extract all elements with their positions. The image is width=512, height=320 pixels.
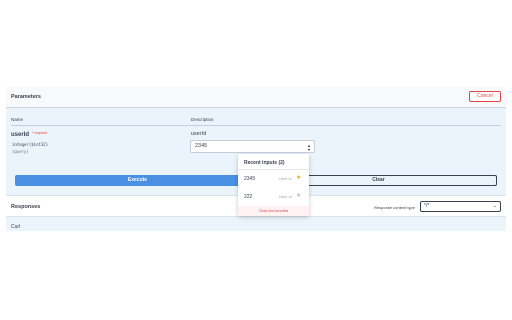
param-description: userId xyxy=(191,131,207,137)
recent-input-usage: Used 1x xyxy=(279,177,292,181)
column-header-name: Name xyxy=(11,117,24,122)
column-divider xyxy=(11,125,501,126)
curl-label: Curl xyxy=(11,224,21,230)
clear-non-favorites-button[interactable]: Clear non-favorites xyxy=(238,206,309,216)
execute-button[interactable]: Execute xyxy=(15,175,260,186)
param-name: userId xyxy=(11,132,30,138)
star-icon[interactable]: ★ xyxy=(296,175,301,181)
chevron-down-icon: ⌄ xyxy=(492,203,497,209)
up-down-arrows-icon[interactable]: ▲ ▼ xyxy=(307,144,311,152)
userid-input[interactable]: 2345 ▲ ▼ xyxy=(190,140,315,153)
param-location: (query) xyxy=(12,149,29,154)
cancel-button[interactable]: Cancel xyxy=(469,91,501,102)
recent-inputs-dropdown: Recent inputs (2) 2345 Used 1x ★ 222 Use… xyxy=(238,154,309,216)
response-content-type-value: */* xyxy=(424,203,430,209)
userid-input-value: 2345 xyxy=(195,143,208,149)
recent-inputs-title: Recent inputs (2) xyxy=(244,160,285,166)
recent-input-usage: Used 1x xyxy=(279,195,292,199)
recent-input-item[interactable]: 222 Used 1x ★ xyxy=(238,188,309,206)
recent-input-item[interactable]: 2345 Used 1x ★ xyxy=(238,170,309,188)
param-type: integer($int32) xyxy=(12,142,49,147)
param-required-marker: * required xyxy=(32,131,48,135)
responses-title: Responses xyxy=(11,204,41,210)
response-content-type-label: Response content type xyxy=(374,205,415,210)
star-icon[interactable]: ★ xyxy=(296,193,301,199)
parameters-title: Parameters xyxy=(11,94,41,100)
response-content-type-select[interactable]: */* ⌄ xyxy=(420,201,501,212)
parameters-header: Parameters Cancel xyxy=(6,87,506,108)
recent-input-value: 222 xyxy=(244,194,253,200)
recent-input-value: 2345 xyxy=(244,176,256,182)
column-header-description: Description xyxy=(191,117,214,122)
